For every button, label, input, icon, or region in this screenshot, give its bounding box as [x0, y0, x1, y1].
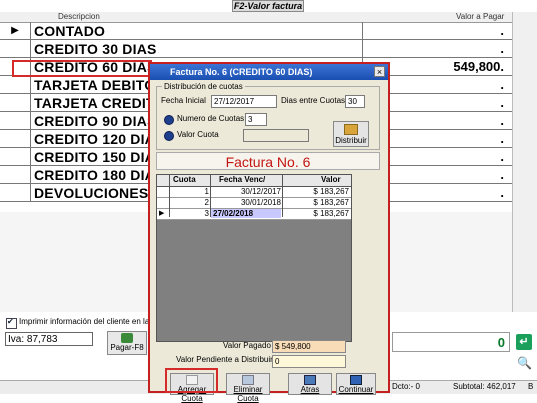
header-cuota: Cuota [173, 175, 196, 184]
search-icon[interactable]: 🔍 [517, 356, 532, 370]
numero-cuotas-input[interactable]: 3 [245, 113, 267, 126]
valor-pagado-field: $ 549,800 [272, 340, 346, 353]
grid-divider [210, 175, 211, 217]
factura-dialog: Factura No. 6 (CREDITO 60 DIAS) × Distri… [148, 62, 390, 403]
row-description: DEVOLUCIONES [34, 185, 149, 201]
cuota-number: 2 [204, 198, 209, 207]
status-dcto: Dcto:- 0 [392, 382, 421, 391]
dialog-title: Factura No. 6 (CREDITO 60 DIAS) [150, 64, 388, 80]
dias-label: Dias entre Cuotas [281, 96, 346, 105]
factura-banner: Factura No. 6 [156, 152, 380, 170]
eliminar-label: Eliminar Cuota [233, 385, 263, 403]
valor-cuota-input[interactable] [243, 129, 309, 142]
cuota-valor[interactable]: $ 183,267 [283, 198, 349, 207]
continue-icon [350, 375, 362, 385]
cuota-number: 3 [204, 209, 209, 218]
credit-total-field: 0 [392, 332, 510, 352]
header-descripcion: Descripcion [58, 12, 100, 21]
close-button[interactable]: × [374, 66, 385, 77]
header-valor: Valor a Pagar [456, 12, 505, 21]
row-indicator [0, 40, 31, 57]
row-indicator [0, 76, 31, 93]
cuota-row[interactable]: 1 30/12/2017 $ 183,267 [157, 187, 351, 198]
row-pointer-icon: ▶ [159, 210, 165, 217]
cuota-fecha[interactable]: 27/02/2018 [211, 209, 281, 218]
row-description: CREDITO 30 DIAS [34, 41, 157, 57]
status-subtotal: Subtotal: 462,017 [453, 382, 516, 391]
row-indicator [0, 166, 31, 183]
cuota-row[interactable]: 2 30/01/2018 $ 183,267 [157, 198, 351, 209]
distribuir-button[interactable]: Distribuir [333, 121, 369, 147]
row-value[interactable]: . [362, 22, 508, 39]
group-label: Distribución de cuotas [162, 82, 245, 91]
grid-row[interactable]: ▶ CONTADO . [0, 22, 512, 40]
row-value[interactable]: . [362, 40, 508, 57]
back-icon [304, 375, 316, 385]
confirm-icon[interactable]: ↵ [516, 334, 532, 350]
row-indicator [0, 130, 31, 147]
row-indicator [0, 94, 31, 111]
numero-cuotas-radio[interactable] [164, 115, 174, 125]
fecha-inicial-input[interactable]: 27/12/2017 [211, 95, 277, 108]
cuotas-header: Cuota Fecha Venc/ Valor [157, 175, 351, 187]
pagar-button[interactable]: Pagar-F8 [107, 331, 147, 355]
delete-icon [242, 375, 254, 385]
row-description: CREDITO 90 DIAS [34, 113, 157, 129]
row-description: TARJETA DEBITO [34, 77, 156, 93]
valor-pendiente-field: 0 [272, 355, 346, 368]
cuota-fecha[interactable]: 30/12/2017 [211, 187, 281, 196]
grid-divider [282, 175, 283, 217]
cuota-valor[interactable]: $ 183,267 [283, 209, 349, 218]
valor-pagado-label: Valor Pagado [223, 341, 271, 350]
status-extra: B [528, 382, 534, 391]
row-description: CONTADO [34, 23, 106, 39]
atras-button[interactable]: Atras [288, 373, 332, 395]
header-fecha: Fecha Venc/ [219, 175, 266, 184]
grid-divider [169, 175, 170, 217]
row-indicator [0, 112, 31, 129]
print-client-label: Imprimir información del cliente en la f… [19, 317, 163, 326]
fecha-inicial-label: Fecha Inicial [161, 96, 206, 105]
row-indicator [0, 184, 31, 201]
window-title: F2-Valor factura [232, 0, 304, 12]
distribute-icon [344, 124, 358, 135]
pagar-label: Pagar-F8 [110, 343, 144, 352]
row-description: TARJETA CREDITO [34, 95, 166, 111]
row-description: CREDITO 150 DIAS [34, 149, 165, 165]
distribution-group: Distribución de cuotas Fecha Inicial 27/… [156, 82, 380, 150]
valor-cuota-radio[interactable] [164, 131, 174, 141]
valor-pendiente-label: Valor Pendiente a Distribuir [176, 355, 273, 364]
grid-row[interactable]: CREDITO 30 DIAS . [0, 40, 512, 58]
valor-cuota-label: Valor Cuota [177, 130, 219, 139]
cuotas-table: Cuota Fecha Venc/ Valor 1 30/12/2017 $ 1… [156, 174, 352, 342]
cuota-valor[interactable]: $ 183,267 [283, 187, 349, 196]
header-valor: Valor [321, 175, 341, 184]
row-description: CREDITO 120 DIAS [34, 131, 165, 147]
top-bar: F2-Valor factura [0, 0, 537, 12]
distribuir-label: Distribuir [335, 136, 367, 145]
numero-cuotas-label: Numero de Cuotas [177, 114, 245, 123]
cuota-fecha[interactable]: 30/01/2018 [211, 198, 281, 207]
selected-row-highlight [12, 60, 152, 77]
print-client-checkbox[interactable] [6, 317, 17, 329]
vertical-scrollbar[interactable] [512, 12, 537, 312]
pay-icon [121, 333, 133, 343]
row-indicator-icon: ▶ [0, 22, 31, 39]
cuota-row-selected[interactable]: ▶ 3 27/02/2018 $ 183,267 [157, 209, 351, 220]
eliminar-cuota-button[interactable]: Eliminar Cuota [226, 373, 270, 403]
agregar-button-highlight [165, 368, 218, 393]
row-indicator [0, 148, 31, 165]
cuota-number: 1 [204, 187, 209, 196]
row-description: CREDITO 180 DIAS [34, 167, 165, 183]
continuar-button[interactable]: Continuar [336, 373, 376, 395]
iva-field: Iva: 87,783 [5, 332, 93, 346]
dias-input[interactable]: 30 [345, 95, 365, 108]
